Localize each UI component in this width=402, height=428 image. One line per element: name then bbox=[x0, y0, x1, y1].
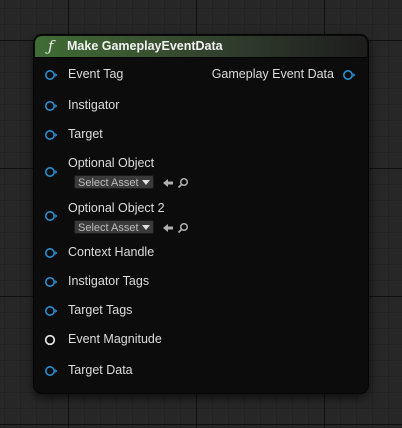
input-label-context-handle: Context Handle bbox=[68, 245, 155, 259]
pin-icon[interactable] bbox=[44, 304, 58, 318]
input-label-optional-object: Optional Object bbox=[68, 156, 155, 170]
pin-icon[interactable] bbox=[44, 209, 58, 223]
function-icon: ƒ bbox=[48, 37, 54, 55]
use-selected-arrow-icon[interactable] bbox=[162, 221, 174, 233]
input-label-optional-object-2: Optional Object 2 bbox=[68, 201, 165, 215]
chevron-down-icon bbox=[142, 180, 150, 185]
pin-icon[interactable] bbox=[44, 246, 58, 260]
select-asset-dropdown[interactable]: Select Asset bbox=[74, 175, 154, 189]
pin-icon[interactable] bbox=[342, 68, 356, 82]
output-label-gameplay-event-data: Gameplay Event Data bbox=[211, 67, 334, 81]
pin-icon[interactable] bbox=[44, 128, 58, 142]
pin-icon[interactable] bbox=[44, 68, 58, 82]
input-label-target-tags: Target Tags bbox=[68, 303, 133, 317]
pin-icon[interactable] bbox=[44, 99, 58, 113]
make-gameplay-event-data-node[interactable]: ƒ Make GameplayEventData Gameplay Event … bbox=[34, 35, 368, 393]
input-label-instigator: Instigator bbox=[68, 98, 120, 112]
input-label-target-data: Target Data bbox=[68, 363, 133, 377]
node-title: Make GameplayEventData bbox=[67, 39, 223, 53]
input-label-event-magnitude: Event Magnitude bbox=[68, 332, 162, 346]
chevron-down-icon bbox=[142, 225, 150, 230]
node-header[interactable]: ƒ Make GameplayEventData bbox=[35, 36, 367, 58]
input-label-instigator-tags: Instigator Tags bbox=[68, 274, 150, 288]
browse-search-icon[interactable] bbox=[177, 221, 189, 234]
pin-icon[interactable] bbox=[44, 364, 58, 378]
browse-search-icon[interactable] bbox=[177, 176, 189, 189]
pin-icon[interactable] bbox=[44, 333, 58, 347]
pin-icon[interactable] bbox=[44, 165, 58, 179]
select-asset-label: Select Asset bbox=[78, 177, 139, 189]
select-asset-label: Select Asset bbox=[78, 222, 139, 234]
select-asset-dropdown[interactable]: Select Asset bbox=[74, 220, 154, 234]
use-selected-arrow-icon[interactable] bbox=[162, 176, 174, 188]
input-label-event-tag: Event Tag bbox=[68, 67, 124, 81]
pin-icon[interactable] bbox=[44, 275, 58, 289]
input-label-target: Target bbox=[68, 127, 103, 141]
